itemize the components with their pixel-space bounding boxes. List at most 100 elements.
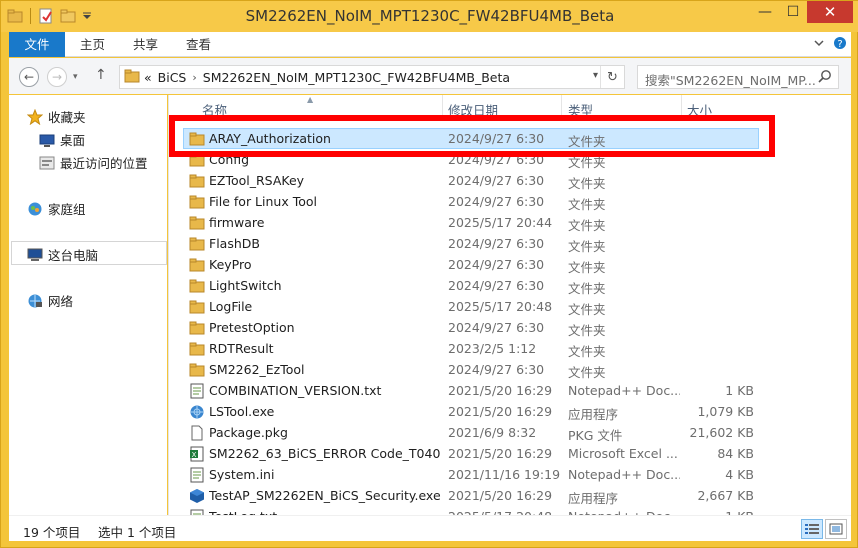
file-row[interactable]: ARAY_Authorization 2024/9/27 6:30 文件夹 bbox=[169, 128, 851, 149]
address-dropdown-icon[interactable]: ▾ bbox=[593, 70, 598, 81]
file-row[interactable]: RDTResult 2023/2/5 1:12 文件夹 bbox=[169, 338, 851, 359]
tab-home[interactable]: 主页 bbox=[67, 32, 118, 57]
column-header-type[interactable]: 类型 bbox=[568, 100, 593, 119]
file-row[interactable]: KeyPro 2024/9/27 6:30 文件夹 bbox=[169, 254, 851, 275]
breadcrumb-item[interactable]: SM2262EN_NoIM_MPT1230C_FW42BFU4MB_Beta bbox=[203, 70, 510, 85]
chevron-right-icon[interactable]: › bbox=[192, 71, 196, 84]
large-icons-view-icon bbox=[829, 523, 843, 535]
window-controls: — ☐ ✕ bbox=[751, 1, 853, 23]
file-size: 2,667 KB bbox=[697, 488, 754, 503]
file-name[interactable]: SM2262_EzTool bbox=[209, 362, 441, 377]
file-type: PKG 文件 bbox=[568, 428, 623, 443]
search-icon[interactable] bbox=[818, 69, 832, 83]
tab-file[interactable]: 文件 bbox=[9, 32, 65, 57]
file-type: 文件夹 bbox=[568, 197, 606, 212]
file-type: 文件夹 bbox=[568, 281, 606, 296]
file-name[interactable]: LightSwitch bbox=[209, 278, 441, 293]
column-divider[interactable] bbox=[681, 95, 682, 119]
column-divider[interactable] bbox=[561, 95, 562, 119]
file-date: 2024/9/27 6:30 bbox=[448, 173, 545, 188]
file-name[interactable]: SM2262_63_BiCS_ERROR Code_T040... bbox=[209, 446, 441, 461]
nav-item-recent[interactable]: 最近访问的位置 bbox=[39, 153, 148, 172]
file-date: 2024/9/27 6:30 bbox=[448, 152, 545, 167]
file-name[interactable]: LSTool.exe bbox=[209, 404, 441, 419]
file-size: 1,079 KB bbox=[697, 404, 754, 419]
column-divider[interactable] bbox=[442, 95, 443, 119]
help-icon[interactable]: ? bbox=[833, 36, 847, 53]
folder-icon bbox=[189, 215, 205, 231]
file-row[interactable]: LSTool.exe 2021/5/20 16:29 应用程序 1,079 KB bbox=[169, 401, 851, 422]
breadcrumb-overflow[interactable]: « bbox=[144, 70, 152, 85]
recent-locations-icon[interactable]: ▾ bbox=[73, 72, 78, 82]
file-name[interactable]: FlashDB bbox=[209, 236, 441, 251]
file-date: 2024/9/27 6:30 bbox=[448, 131, 545, 146]
file-name[interactable]: KeyPro bbox=[209, 257, 441, 272]
breadcrumb-item[interactable]: BiCS bbox=[158, 70, 187, 85]
file-name[interactable]: firmware bbox=[209, 215, 441, 230]
forward-button[interactable]: → bbox=[47, 67, 67, 87]
nav-item-network[interactable]: 网络 bbox=[27, 291, 73, 310]
expand-ribbon-icon[interactable] bbox=[813, 37, 825, 52]
file-row[interactable]: COMBINATION_VERSION.txt 2021/5/20 16:29 No… bbox=[169, 380, 851, 401]
homegroup-icon bbox=[28, 202, 42, 215]
file-name[interactable]: TestAP_SM2262EN_BiCS_Security.exe bbox=[209, 488, 441, 503]
close-button[interactable]: ✕ bbox=[807, 1, 853, 23]
column-header-size[interactable]: 大小 bbox=[687, 100, 712, 119]
tab-view[interactable]: 查看 bbox=[173, 32, 224, 57]
minimize-button[interactable]: — bbox=[751, 1, 779, 23]
file-name[interactable]: System.ini bbox=[209, 467, 441, 482]
nav-item-favorites[interactable]: 收藏夹 bbox=[27, 107, 86, 126]
refresh-icon[interactable]: ↻ bbox=[600, 66, 624, 88]
file-type: 文件夹 bbox=[568, 302, 606, 317]
file-type: 文件夹 bbox=[568, 239, 606, 254]
file-row[interactable]: firmware 2025/5/17 20:44 文件夹 bbox=[169, 212, 851, 233]
column-header-name[interactable]: 名称 bbox=[202, 100, 227, 119]
file-row[interactable]: Package.pkg 2021/6/9 8:32 PKG 文件 21,602 KB bbox=[169, 422, 851, 443]
file-row[interactable]: SM2262_EzTool 2024/9/27 6:30 文件夹 bbox=[169, 359, 851, 380]
file-type: 文件夹 bbox=[568, 176, 606, 191]
file-row[interactable]: LogFile 2025/5/17 20:48 文件夹 bbox=[169, 296, 851, 317]
file-date: 2021/6/9 8:32 bbox=[448, 425, 537, 440]
nav-item-homegroup[interactable]: 家庭组 bbox=[27, 199, 86, 218]
nav-label: 家庭组 bbox=[48, 202, 86, 217]
file-row[interactable]: PretestOption 2024/9/27 6:30 文件夹 bbox=[169, 317, 851, 338]
nav-item-this-pc[interactable]: 这台电脑 bbox=[27, 245, 98, 264]
file-row[interactable]: LightSwitch 2024/9/27 6:30 文件夹 bbox=[169, 275, 851, 296]
large-icons-view-button[interactable] bbox=[825, 519, 847, 539]
file-date: 2021/5/20 16:29 bbox=[448, 404, 553, 419]
up-arrow-icon[interactable]: ↑ bbox=[95, 67, 107, 83]
tab-share[interactable]: 共享 bbox=[120, 32, 171, 57]
back-button[interactable]: ← bbox=[19, 67, 39, 87]
folder-icon bbox=[124, 68, 140, 87]
file-row[interactable]: FlashDB 2024/9/27 6:30 文件夹 bbox=[169, 233, 851, 254]
file-name[interactable]: COMBINATION_VERSION.txt bbox=[209, 383, 441, 398]
file-name[interactable]: File for Linux Tool bbox=[209, 194, 441, 209]
file-name[interactable]: PretestOption bbox=[209, 320, 441, 335]
file-date: 2021/5/20 16:29 bbox=[448, 446, 553, 461]
details-view-button[interactable] bbox=[801, 519, 823, 539]
file-row[interactable]: TestAP_SM2262EN_BiCS_Security.exe 2021/5/… bbox=[169, 485, 851, 506]
file-row[interactable]: TestLog.txt2025/5/17 20:48Notepad++ Doc.… bbox=[169, 506, 851, 515]
file-row[interactable]: Config 2024/9/27 6:30 文件夹 bbox=[169, 149, 851, 170]
file-row[interactable]: X SM2262_63_BiCS_ERROR Code_T040... 2021/5… bbox=[169, 443, 851, 464]
file-row[interactable]: EZTool_RSAKey 2024/9/27 6:30 文件夹 bbox=[169, 170, 851, 191]
nav-item-desktop[interactable]: 桌面 bbox=[39, 130, 85, 149]
search-input[interactable]: 搜索"SM2262EN_NoIM_MP... bbox=[637, 65, 839, 89]
column-header-date[interactable]: 修改日期 bbox=[448, 100, 498, 119]
file-name[interactable]: ARAY_Authorization bbox=[209, 131, 441, 146]
file-name[interactable]: RDTResult bbox=[209, 341, 441, 356]
file-name[interactable]: Config bbox=[209, 152, 441, 167]
maximize-button[interactable]: ☐ bbox=[779, 1, 807, 23]
file-name[interactable]: LogFile bbox=[209, 299, 441, 314]
selection-count: 选中 1 个项目 bbox=[98, 525, 177, 540]
folder-icon bbox=[189, 299, 205, 315]
file-row[interactable]: File for Linux Tool 2024/9/27 6:30 文件夹 bbox=[169, 191, 851, 212]
file-name[interactable]: Package.pkg bbox=[209, 425, 441, 440]
item-count: 19 个项目 bbox=[23, 525, 81, 540]
file-date: 2021/11/16 19:19 bbox=[448, 467, 560, 482]
address-bar[interactable]: « BiCS › SM2262EN_NoIM_MPT1230C_FW42BFU4… bbox=[119, 65, 625, 89]
ribbon-right-controls: ? bbox=[813, 36, 847, 53]
file-name[interactable]: EZTool_RSAKey bbox=[209, 173, 441, 188]
nav-label: 这台电脑 bbox=[48, 248, 99, 263]
file-row[interactable]: System.ini 2021/11/16 19:19 Notepad++ Doc.… bbox=[169, 464, 851, 485]
